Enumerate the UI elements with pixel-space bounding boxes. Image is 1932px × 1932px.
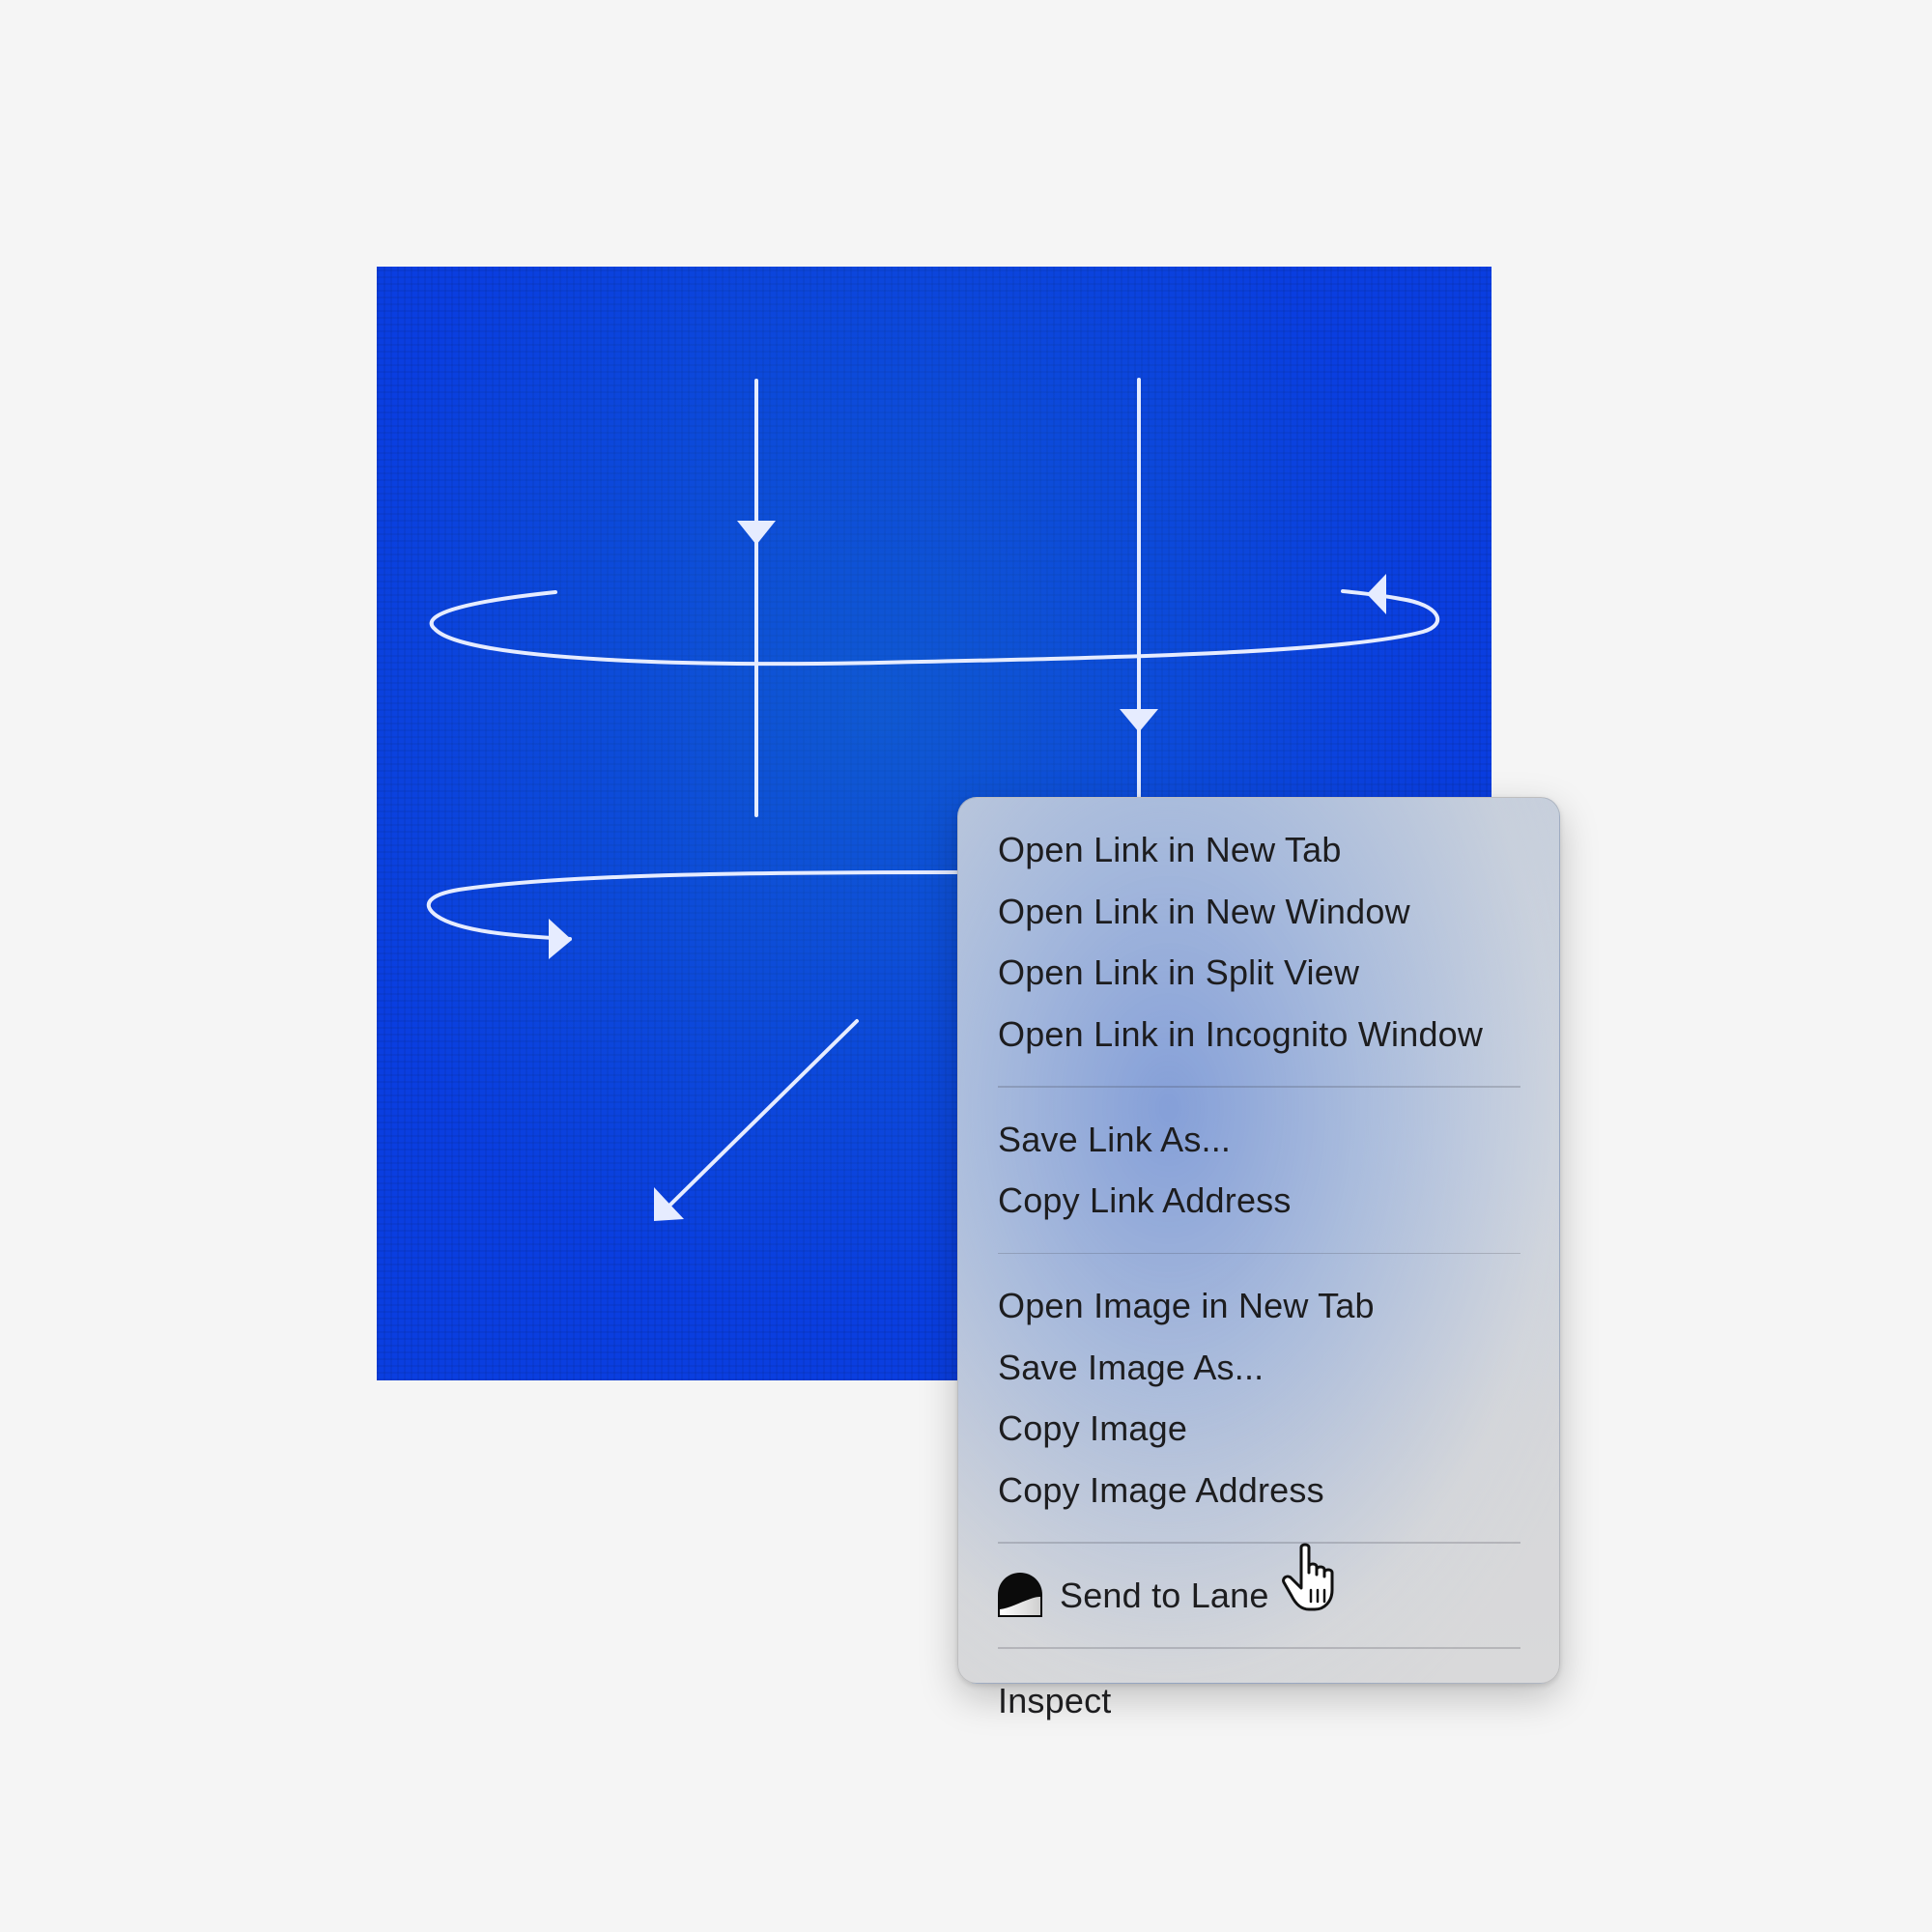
menu-item-copy-link-address[interactable]: Copy Link Address bbox=[958, 1170, 1559, 1232]
menu-item-save-image-as[interactable]: Save Image As... bbox=[958, 1337, 1559, 1399]
menu-item-open-link-new-window[interactable]: Open Link in New Window bbox=[958, 881, 1559, 943]
menu-separator bbox=[998, 1542, 1520, 1544]
menu-item-open-link-split-view[interactable]: Open Link in Split View bbox=[958, 942, 1559, 1004]
menu-item-open-image-new-tab[interactable]: Open Image in New Tab bbox=[958, 1275, 1559, 1337]
menu-separator bbox=[998, 1086, 1520, 1088]
menu-item-open-link-new-tab[interactable]: Open Link in New Tab bbox=[958, 819, 1559, 881]
menu-item-inspect[interactable]: Inspect bbox=[958, 1670, 1559, 1732]
menu-separator bbox=[998, 1647, 1520, 1649]
pointing-hand-cursor-icon bbox=[1280, 1542, 1346, 1613]
menu-item-save-link-as[interactable]: Save Link As... bbox=[958, 1109, 1559, 1171]
menu-item-copy-image[interactable]: Copy Image bbox=[958, 1398, 1559, 1460]
context-menu: Open Link in New Tab Open Link in New Wi… bbox=[957, 797, 1560, 1720]
menu-item-copy-image-address[interactable]: Copy Image Address bbox=[958, 1460, 1559, 1521]
menu-item-label: Send to Lane bbox=[1060, 1575, 1269, 1615]
lane-icon bbox=[998, 1573, 1042, 1618]
menu-separator bbox=[998, 1252, 1520, 1254]
menu-item-send-to-lane[interactable]: Send to Lane bbox=[958, 1565, 1559, 1627]
page: Open Link in New Tab Open Link in New Wi… bbox=[0, 0, 1932, 1932]
menu-item-open-link-incognito[interactable]: Open Link in Incognito Window bbox=[958, 1004, 1559, 1065]
